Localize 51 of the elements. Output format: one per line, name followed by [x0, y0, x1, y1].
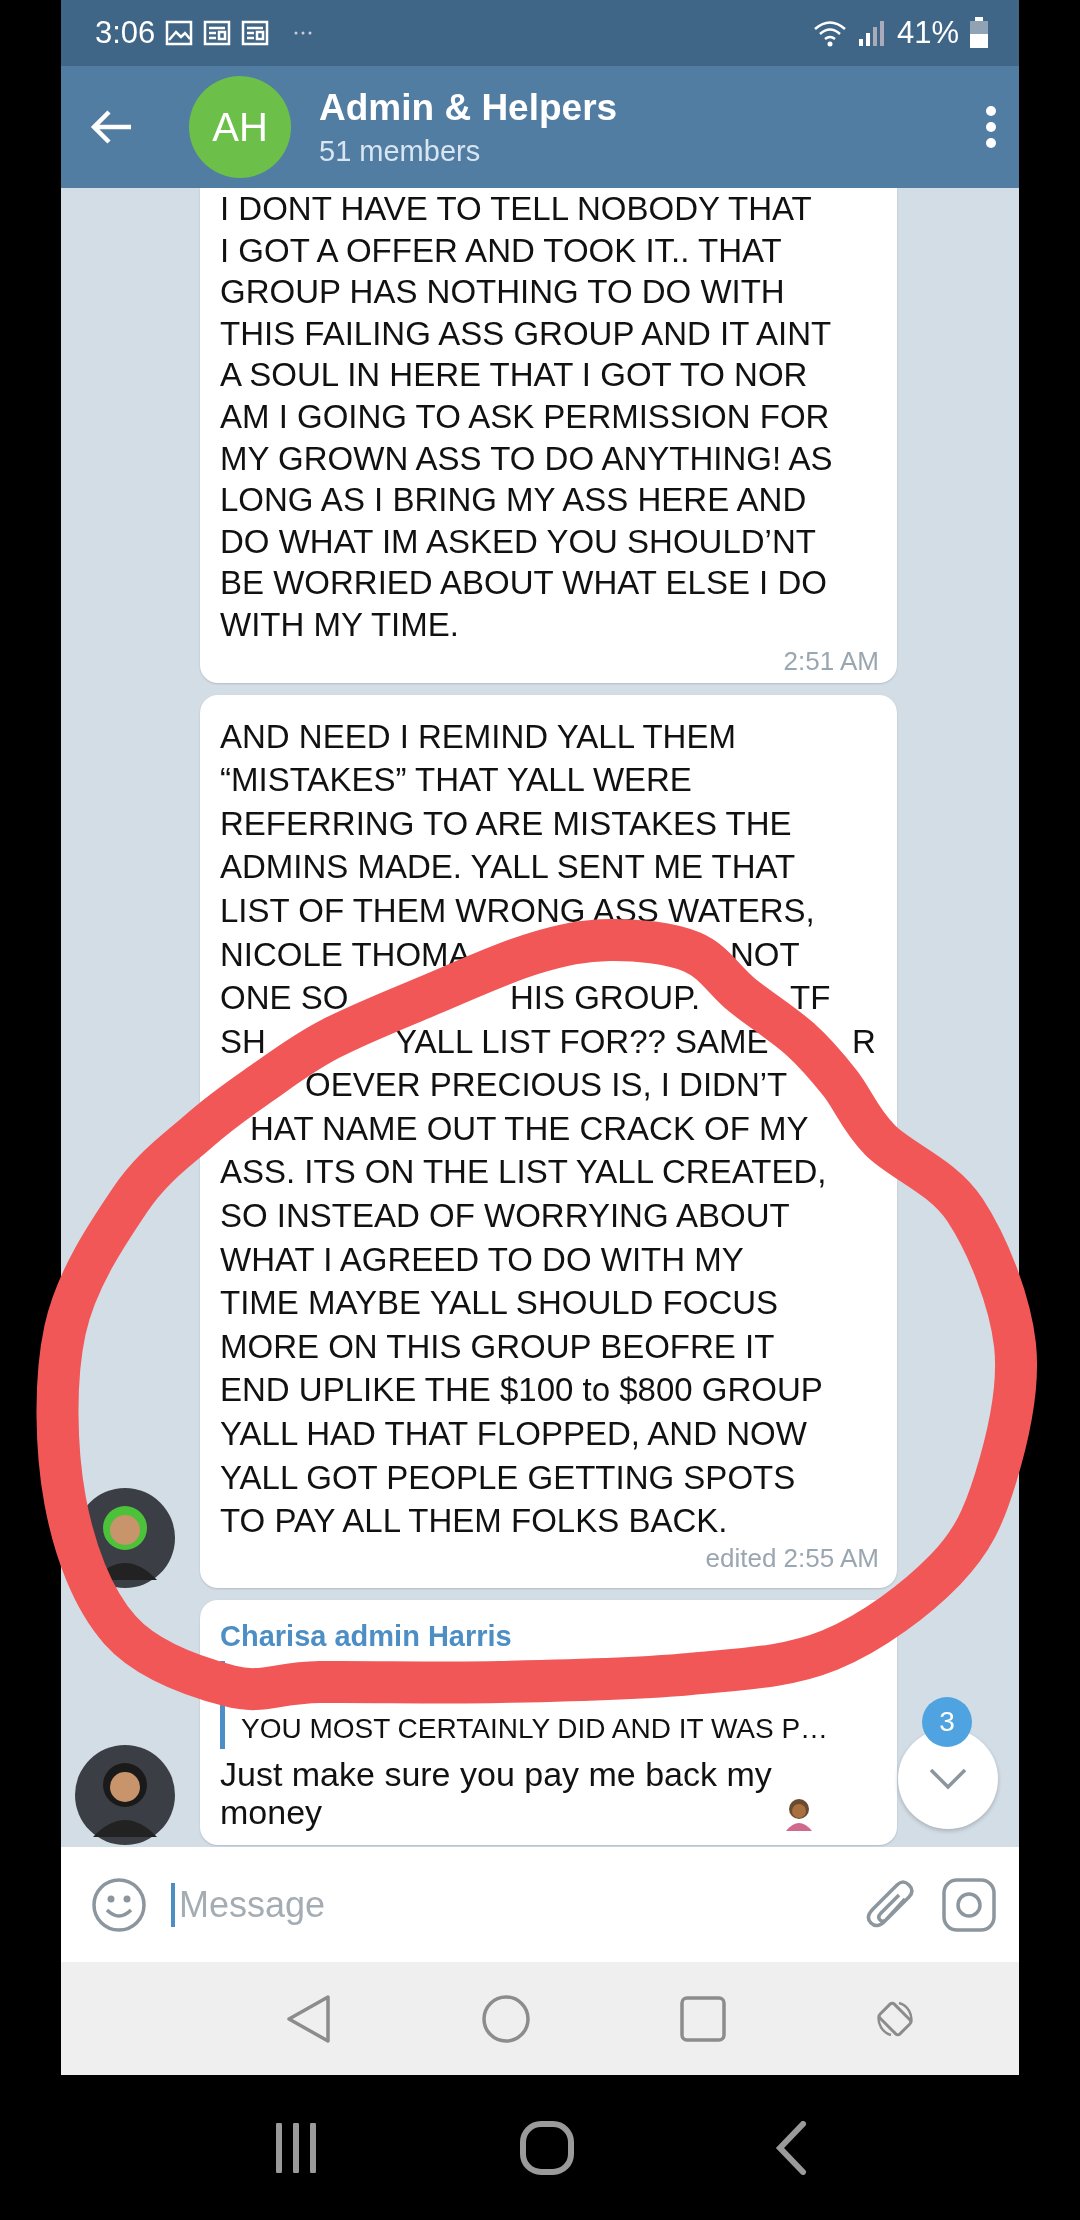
- message-text: YALL LIST FOR?? SAME: [395, 1021, 769, 1062]
- message-text: YALL HAD THAT FLOPPED, AND NOW: [220, 1414, 807, 1455]
- message-text: SH: [220, 1021, 266, 1062]
- message-text: NICOLE THOMA: [220, 934, 471, 975]
- message-text: TIME MAYBE YALL SHOULD FOCUS: [220, 1283, 779, 1324]
- wifi-icon: [812, 19, 847, 47]
- message-text: ASS. ITS ON THE LIST YALL CREATED,: [220, 1152, 827, 1193]
- message-text: HIS GROUP.: [510, 978, 701, 1019]
- recents-icon[interactable]: [273, 2122, 319, 2173]
- message-text: Just make sure you pay me back my money: [220, 1754, 772, 1831]
- message-text: R: [852, 1021, 876, 1062]
- message-text: I DONT HAVE TO TELL NOBODY THAT I GOT A OFFER AND TOOK IT.. THAT GROUP HAS NOTHING TO DO WITH THIS FAILING ASS GROUP AND IT AINT A SOUL IN HERE THAT I GOT TO NOR AM I GOING TO ASK PERMISSION FOR MY GROWN ASS TO DO ANYTHING! AS LONG AS I BRING MY ASS HERE AND DO WHAT IM ASKED YOU SHOULD’NT BE WORRIED ABOUT WHAT ELSE I DO WITH MY TIME.: [220, 189, 834, 645]
- menu-icon[interactable]: [985, 105, 997, 149]
- battery-icon: [969, 17, 989, 49]
- home-icon[interactable]: [519, 2119, 575, 2176]
- clock: 3:06: [95, 15, 156, 51]
- person-emoji-icon: [783, 1796, 814, 1831]
- message-text: WHAT I AGREED TO DO WITH MY: [220, 1239, 744, 1280]
- message-text: AND NEED I REMIND YALL THEM: [220, 716, 736, 757]
- message-text: END UPLIKE THE $100 to $800 GROUP: [220, 1370, 823, 1411]
- message-text: TO PAY ALL THEM FOLKS BACK.: [220, 1501, 728, 1542]
- group-avatar: AH: [189, 76, 291, 178]
- back-icon[interactable]: [775, 2120, 807, 2175]
- signal-icon: [856, 19, 887, 47]
- message-time: 2:51 AM: [783, 645, 879, 677]
- unread-badge: 3: [922, 1697, 972, 1747]
- member-count: 51 members: [319, 134, 482, 168]
- message-text: HAT NAME OUT THE CRACK OF MY: [250, 1108, 809, 1149]
- gallery-icon: [165, 20, 194, 46]
- message-text: MORE ON THIS GROUP BEOFRE IT: [220, 1326, 775, 1367]
- message-text: TF: [790, 978, 831, 1019]
- chat-title: Admin & Helpers: [319, 86, 619, 129]
- camera-icon[interactable]: [941, 1876, 997, 1933]
- message-text: YALL GOT PEOPLE GETTING SPOTS: [220, 1457, 796, 1498]
- emoji-icon[interactable]: [91, 1876, 147, 1933]
- message-text: “MISTAKES” THAT YALL WERE: [220, 760, 692, 801]
- message-text: ONE SO: [220, 978, 349, 1019]
- chevron-down-icon: [928, 1767, 968, 1791]
- quote-text: YOU MOST CERTAINLY DID AND IT WAS P…: [241, 1712, 830, 1745]
- news-icon: [241, 20, 270, 46]
- message-text: ADMINS MADE. YALL SENT ME THAT: [220, 847, 796, 888]
- sender-name: Charisa admin Harris: [220, 1619, 513, 1653]
- news-icon: [203, 20, 232, 46]
- more-notifications-icon: [293, 29, 314, 37]
- battery-percent: 41%: [896, 15, 959, 51]
- message-text: NOT: [730, 934, 800, 975]
- message-text: OEVER PRECIOUS IS, I DIDN’T: [305, 1065, 788, 1106]
- message-text: SO INSTEAD OF WORRYING ABOUT: [220, 1196, 790, 1237]
- reply-quote[interactable]: YOU MOST CERTAINLY DID AND IT WAS P…: [220, 1660, 879, 1749]
- message-text: REFERRING TO ARE MISTAKES THE: [220, 803, 792, 844]
- message-time: edited 2:55 AM: [705, 1542, 879, 1574]
